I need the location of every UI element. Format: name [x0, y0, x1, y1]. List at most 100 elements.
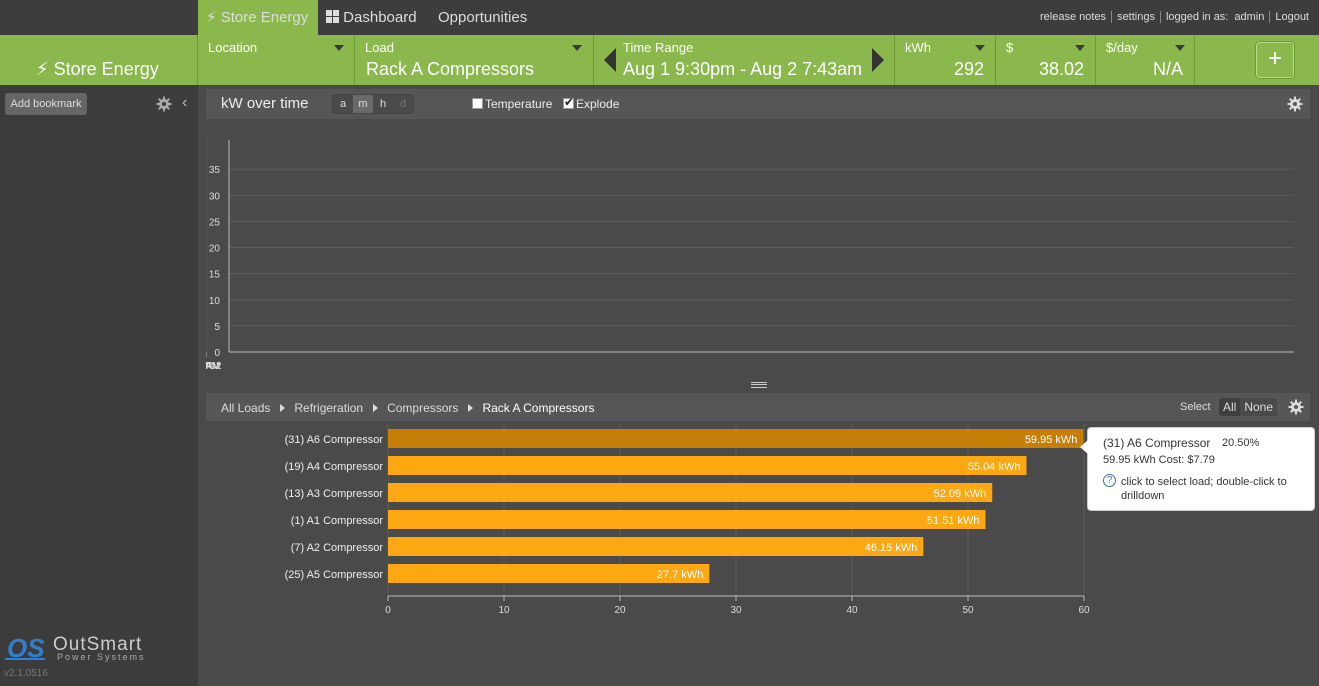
category-label[interactable]: (25) A5 Compressor [285, 569, 384, 581]
svg-text:Power Systems: Power Systems [57, 652, 146, 662]
x-tick-label: 50 [962, 605, 974, 616]
tooltip-title: (31) A6 Compressor [1103, 436, 1211, 450]
settings-link[interactable]: settings [1113, 11, 1159, 23]
version-label: v2.1.0516 [4, 668, 48, 679]
per-day-label: $/day [1106, 40, 1138, 55]
time-range-label: Time Range [623, 40, 694, 55]
breadcrumb-arrow-icon [468, 404, 474, 412]
gear-icon[interactable] [1288, 399, 1304, 415]
tooltip-help: click to select load; double-click to dr… [1121, 476, 1287, 502]
load-bar[interactable] [388, 456, 1027, 475]
tooltip-detail: 59.95 kWh Cost: $7.79 [1103, 454, 1215, 466]
chevron-down-icon [1075, 45, 1085, 51]
y-tick-label: 25 [209, 217, 221, 228]
y-tick-label: 30 [209, 191, 221, 202]
y-tick-label: 35 [209, 165, 221, 176]
x-tick-label: 07 AM [206, 361, 220, 372]
tab-opportunities[interactable]: Opportunities [438, 0, 527, 35]
category-label[interactable]: (7) A2 Compressor [291, 542, 384, 554]
load-bar[interactable] [388, 483, 993, 502]
x-tick-label: 60 [1078, 605, 1090, 616]
x-tick-label: 0 [385, 605, 391, 616]
sidebar: Add bookmark ‹ OS OutSmart Power Systems… [0, 85, 198, 686]
x-tick-label: 40 [846, 605, 858, 616]
top-links: release notes settings logged in as: admin L… [1036, 11, 1313, 24]
checkbox-box[interactable] [563, 95, 574, 109]
top-nav: ⚡ Store Energy Dashboard Opportunities r… [0, 0, 1319, 35]
breadcrumb-refrigeration[interactable]: Refrigeration [294, 401, 363, 415]
tab-label: Opportunities [438, 9, 528, 26]
tab-store-energy[interactable]: ⚡ Store Energy [198, 0, 318, 35]
tab-label: Store Energy [220, 9, 309, 26]
load-bar[interactable] [388, 510, 986, 529]
prev-range-icon[interactable] [604, 48, 617, 72]
temperature-label: Temperature [485, 97, 553, 111]
temperature-checkbox[interactable]: Temperature [472, 97, 552, 111]
breadcrumb-arrow-icon [280, 404, 286, 412]
add-metric-button[interactable]: + [1256, 42, 1294, 78]
chevron-down-icon [334, 45, 344, 51]
range-option-h[interactable]: h [373, 95, 393, 113]
select-none-button[interactable]: None [1240, 398, 1278, 416]
grid-icon [326, 1, 339, 23]
chevron-down-icon [572, 45, 582, 51]
release-notes-link[interactable]: release notes [1036, 11, 1110, 23]
per-day-metric[interactable]: $/day N/A [1095, 35, 1195, 85]
chevron-down-icon [1175, 45, 1185, 51]
kw-area-chart[interactable]: 0510152025303510 PM11 PMTue 0201 AM02 AM… [206, 128, 1310, 378]
range-option-a[interactable]: a [333, 95, 353, 113]
gear-icon[interactable] [156, 96, 172, 112]
category-label[interactable]: (31) A6 Compressor [285, 434, 384, 446]
bar-value-label: 51.51 kWh [927, 515, 980, 527]
x-tick-label: 10 [498, 605, 510, 616]
breadcrumb-all-loads[interactable]: All Loads [221, 401, 270, 415]
add-bookmark-button[interactable]: Add bookmark [5, 93, 87, 115]
range-option-m[interactable]: m [353, 95, 373, 113]
gear-icon[interactable] [1287, 96, 1303, 112]
kw-chart-header: kW over time a m h d Temperature Explode [206, 89, 1310, 119]
logout-link[interactable]: Logout [1271, 11, 1313, 23]
cost-value: 38.02 [1038, 59, 1084, 79]
panel-resize-handle[interactable] [751, 382, 767, 388]
breadcrumb-compressors[interactable]: Compressors [387, 401, 458, 415]
bar-value-label: 59.95 kWh [1025, 434, 1078, 446]
per-day-value: N/A [1152, 59, 1183, 79]
explode-label: Explode [576, 97, 620, 111]
range-option-d[interactable]: d [393, 95, 413, 113]
next-range-icon[interactable] [872, 48, 885, 72]
select-all-button[interactable]: All [1219, 398, 1240, 416]
y-tick-label: 5 [214, 322, 220, 333]
user-link[interactable]: admin [1230, 11, 1268, 23]
select-label: Select [1180, 401, 1211, 413]
load-select[interactable]: Load Rack A Compressors [354, 35, 593, 85]
bar-value-label: 27.7 kWh [657, 569, 703, 581]
location-select[interactable]: Location [197, 35, 354, 85]
load-bar[interactable] [388, 537, 924, 556]
load-label: Load [365, 40, 394, 55]
explode-checkbox[interactable]: Explode [563, 95, 620, 111]
bolt-icon: ⚡ [36, 59, 49, 79]
checkbox-box[interactable] [472, 98, 483, 109]
category-label[interactable]: (19) A4 Compressor [285, 461, 384, 473]
logged-in-label: logged in as: [1165, 11, 1229, 23]
cost-label: $ [1006, 40, 1014, 55]
x-tick-label: 20 [614, 605, 626, 616]
category-label[interactable]: (13) A3 Compressor [285, 488, 384, 500]
tab-dashboard[interactable]: Dashboard [326, 0, 417, 35]
help-icon: ? [1103, 474, 1116, 487]
y-tick-label: 20 [209, 244, 221, 255]
breadcrumb: All Loads Refrigeration Compressors Rack… [221, 401, 594, 415]
chart-title: kW over time [221, 95, 309, 112]
load-breakdown-bar-chart[interactable]: (31) A6 Compressor 59.95 kWh (19) A4 Compr… [206, 424, 1106, 624]
select-toggle: All None [1219, 398, 1278, 416]
outsmart-logo: OS OutSmart Power Systems [5, 632, 190, 667]
load-bar[interactable] [388, 429, 1084, 448]
category-label[interactable]: (1) A1 Compressor [291, 515, 384, 527]
time-range-picker[interactable]: Time Range Aug 1 9:30pm - Aug 2 7:43am [593, 35, 894, 85]
x-tick-label: 30 [730, 605, 742, 616]
load-value: Rack A Compressors [366, 59, 535, 79]
bolt-icon: ⚡ [206, 9, 217, 26]
chevron-left-icon[interactable]: ‹ [182, 94, 187, 112]
kwh-metric[interactable]: kWh 292 [894, 35, 995, 85]
cost-metric[interactable]: $ 38.02 [995, 35, 1095, 85]
